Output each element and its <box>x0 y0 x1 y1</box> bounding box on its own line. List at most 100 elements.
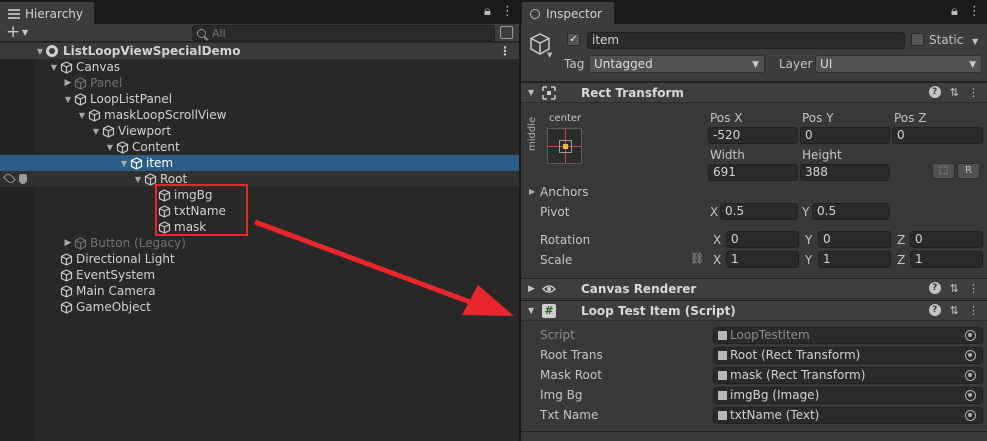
search-input[interactable]: All <box>192 25 495 41</box>
hierarchy-item[interactable]: ▶ Button (Legacy) <box>0 235 519 251</box>
presets-icon[interactable]: ⇅ <box>950 304 959 317</box>
loop-test-item-header[interactable]: ▼ # Loop Test Item (Script) ? ⇅ ⋮ <box>521 300 987 321</box>
help-icon[interactable]: ? <box>928 282 941 294</box>
blueprint-mode-button[interactable]: ⬚ <box>932 163 955 179</box>
rot-y-field[interactable]: 0 <box>818 231 891 248</box>
tab-hierarchy[interactable]: Hierarchy <box>0 2 94 24</box>
chevron-down-icon[interactable]: ▼ <box>22 28 28 37</box>
rect-transform-header[interactable]: ▼ Rect Transform ? ⇅ ⋮ <box>521 82 987 103</box>
canvas-renderer-header[interactable]: ▶ Canvas Renderer ? ⇅ ⋮ <box>521 278 987 299</box>
presets-icon[interactable]: ⇅ <box>950 282 959 295</box>
pos-x-field[interactable]: -520 <box>708 127 798 144</box>
expand-arrow-icon[interactable]: ▼ <box>104 143 116 152</box>
more-menu-icon[interactable]: ⋮ <box>499 44 511 58</box>
rot-z-field[interactable]: 0 <box>910 231 983 248</box>
expand-arrow-icon[interactable]: ▼ <box>76 111 88 120</box>
hierarchy-item[interactable]: Main Camera <box>0 283 519 299</box>
expand-arrow-icon[interactable]: ▼ <box>528 88 534 97</box>
help-icon[interactable]: ? <box>928 304 941 316</box>
hierarchy-item[interactable]: GameObject <box>0 299 519 315</box>
tab-inspector[interactable]: Inspector <box>522 2 614 24</box>
hierarchy-item[interactable]: ▼ Root <box>0 171 519 187</box>
hierarchy-item[interactable]: ▼ Viewport <box>0 123 519 139</box>
more-menu-icon[interactable]: ⋮ <box>968 4 981 19</box>
script-label: Script <box>540 328 575 342</box>
pos-y-field[interactable]: 0 <box>800 127 890 144</box>
expand-arrow-icon[interactable]: ▼ <box>48 63 60 72</box>
mask-root-field[interactable]: mask (Rect Transform) <box>713 367 983 384</box>
expand-arrow-icon[interactable]: ▼ <box>528 306 534 315</box>
hierarchy-item[interactable]: ▼ LoopListPanel <box>0 91 519 107</box>
object-picker-icon[interactable] <box>965 410 976 421</box>
more-menu-icon[interactable]: ⋮ <box>968 86 979 99</box>
hierarchy-item[interactable]: ▼ item <box>0 155 519 171</box>
static-checkbox[interactable] <box>911 33 924 46</box>
scale-y-field[interactable]: 1 <box>818 251 891 268</box>
object-picker-icon[interactable] <box>965 350 976 361</box>
expand-arrow-icon[interactable]: ▼ <box>62 95 74 104</box>
scene-row[interactable]: ▼ ListLoopViewSpecialDemo ⋮ <box>0 43 519 59</box>
expand-arrow-icon[interactable]: ▶ <box>529 187 535 196</box>
anchors-label[interactable]: Anchors <box>540 185 589 199</box>
active-checkbox[interactable]: ✓ <box>567 33 580 46</box>
hierarchy-item[interactable]: ▼ maskLoopScrollView <box>0 107 519 123</box>
presets-icon[interactable]: ⇅ <box>950 86 959 99</box>
hierarchy-item[interactable]: txtName <box>0 203 519 219</box>
link-icon[interactable]: ⛓ <box>690 252 704 265</box>
hierarchy-item[interactable]: ▼ Content <box>0 139 519 155</box>
create-button[interactable]: + <box>6 24 20 41</box>
rot-x-field[interactable]: 0 <box>726 231 799 248</box>
filter-icon[interactable] <box>500 26 513 39</box>
hierarchy-item-label: LoopListPanel <box>90 92 173 106</box>
expand-arrow-icon[interactable]: ▶ <box>62 78 74 88</box>
more-menu-icon[interactable]: ⋮ <box>968 282 979 295</box>
tag-dropdown[interactable]: Untagged ▼ <box>589 55 765 73</box>
object-name-field[interactable]: item <box>587 32 905 49</box>
height-label: Height <box>802 148 842 162</box>
help-icon[interactable]: ? <box>928 86 941 98</box>
scale-z-field[interactable]: 1 <box>910 251 983 268</box>
hierarchy-item[interactable]: Directional Light <box>0 251 519 267</box>
pickable-hand-icon[interactable] <box>19 174 27 184</box>
root-trans-field[interactable]: Root (Rect Transform) <box>713 347 983 364</box>
lock-icon[interactable]: 🔒︎ <box>951 4 958 19</box>
pivot-label: Pivot <box>540 205 570 219</box>
hierarchy-item[interactable]: mask <box>0 219 519 235</box>
lock-icon[interactable]: 🔒︎ <box>484 4 491 19</box>
raw-edit-button[interactable]: R <box>957 163 980 179</box>
layer-dropdown[interactable]: UI ▼ <box>815 55 982 73</box>
txt-name-field[interactable]: txtName (Text) <box>713 407 983 424</box>
scale-x-field[interactable]: 1 <box>726 251 799 268</box>
anchor-presets-button[interactable] <box>547 128 582 164</box>
hierarchy-tab-tools: 🔒︎ ⋮ <box>484 4 514 19</box>
more-menu-icon[interactable]: ⋮ <box>501 4 514 19</box>
object-picker-icon[interactable] <box>965 370 976 381</box>
gameobject-cube-icon <box>60 284 73 298</box>
expand-arrow-icon[interactable]: ▼ <box>118 159 130 168</box>
pivot-x-field[interactable]: 0.5 <box>720 203 798 220</box>
hierarchy-item[interactable]: ▶ Panel <box>0 75 519 91</box>
width-field[interactable]: 691 <box>708 164 798 181</box>
rect-transform-icon <box>718 351 727 360</box>
expand-arrow-icon[interactable]: ▶ <box>62 238 74 248</box>
hierarchy-item-label: Directional Light <box>76 252 175 266</box>
hierarchy-item[interactable]: ▼ Canvas <box>0 59 519 75</box>
img-bg-field[interactable]: imgBg (Image) <box>713 387 983 404</box>
layer-label: Layer <box>779 57 813 71</box>
object-picker-icon[interactable] <box>965 390 976 401</box>
more-menu-icon[interactable]: ⋮ <box>968 304 979 317</box>
expand-arrow-icon[interactable]: ▶ <box>528 284 535 294</box>
visibility-eye-icon[interactable] <box>3 172 16 185</box>
expand-arrow-icon[interactable]: ▼ <box>34 47 46 56</box>
pivot-y-field[interactable]: 0.5 <box>812 203 890 220</box>
chevron-down-icon[interactable]: ▼ <box>547 51 552 59</box>
pos-z-field[interactable]: 0 <box>892 127 983 144</box>
hierarchy-item[interactable]: imgBg <box>0 187 519 203</box>
layer-value: UI <box>820 57 833 71</box>
hierarchy-item[interactable]: EventSystem <box>0 267 519 283</box>
chevron-down-icon[interactable]: ▼ <box>972 37 978 46</box>
expand-arrow-icon[interactable]: ▼ <box>90 127 102 136</box>
height-field[interactable]: 388 <box>800 164 890 181</box>
component-tools: ? ⇅ ⋮ <box>928 304 979 317</box>
expand-arrow-icon[interactable]: ▼ <box>132 175 144 184</box>
